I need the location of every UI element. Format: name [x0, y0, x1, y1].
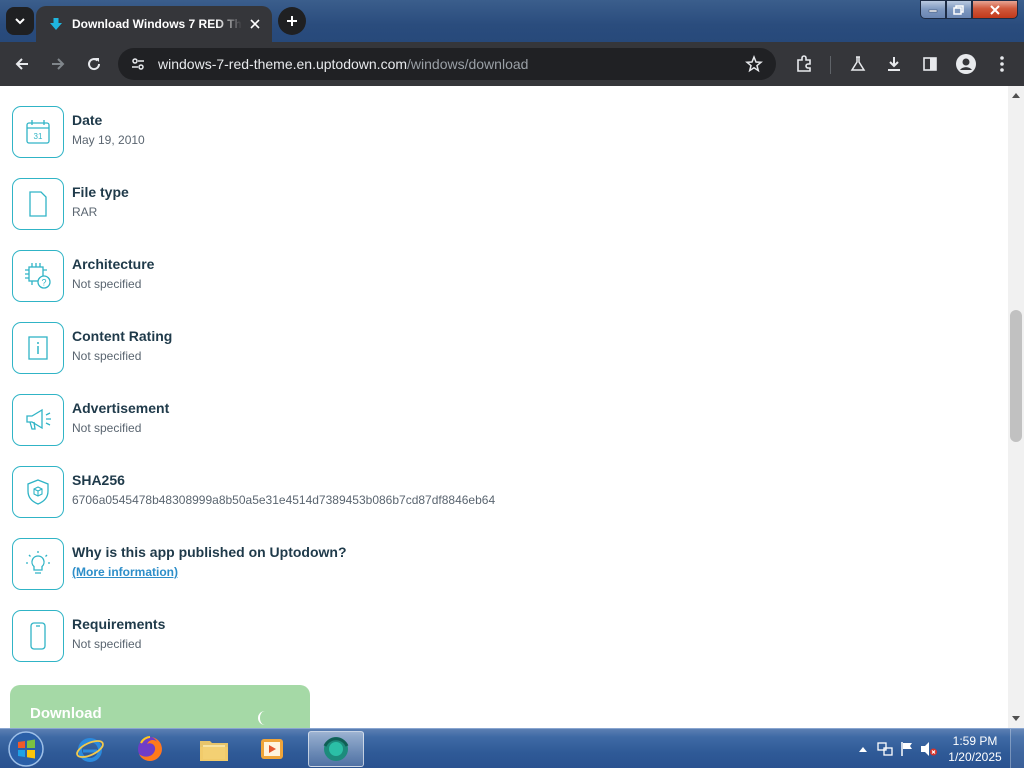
file-icon — [12, 178, 64, 230]
start-button[interactable] — [6, 730, 46, 768]
restore-button[interactable] — [946, 0, 972, 19]
reload-icon[interactable] — [82, 52, 106, 76]
info-row-advertisement: Advertisement Not specified — [12, 394, 812, 446]
info-icon — [12, 322, 64, 374]
info-value: Not specified — [72, 421, 142, 435]
info-row-why-published: Why is this app published on Uptodown? (… — [12, 538, 812, 590]
info-value: May 19, 2010 — [72, 133, 145, 147]
info-row-architecture: ? Architecture Not specified — [12, 250, 812, 302]
taskbar-internet-explorer[interactable] — [62, 731, 118, 767]
scroll-down-arrow-icon[interactable] — [1008, 712, 1024, 726]
scroll-up-arrow-icon[interactable] — [1008, 88, 1024, 102]
info-row-date: 31 Date May 19, 2010 — [12, 106, 812, 158]
taskbar-clock[interactable]: 1:59 PM 1/20/2025 — [940, 733, 1010, 765]
download-button[interactable]: Download — [10, 685, 310, 728]
url-path: /windows/download — [407, 56, 529, 72]
clock-date: 1/20/2025 — [948, 750, 1002, 764]
chevron-down-icon — [15, 18, 25, 25]
show-desktop-button[interactable] — [1010, 729, 1024, 768]
browser-app-icon — [323, 737, 349, 761]
info-row-sha256: SHA256 6706a0545478b48308999a8b50a5e31e4… — [12, 466, 812, 518]
close-window-button[interactable] — [972, 0, 1018, 19]
lightbulb-icon — [12, 538, 64, 590]
chip-question-icon: ? — [12, 250, 64, 302]
restore-icon — [953, 4, 964, 15]
shield-icon — [12, 466, 64, 518]
new-tab-button[interactable] — [278, 7, 306, 35]
windows-orb-icon — [8, 731, 44, 767]
info-value: Not specified — [72, 637, 142, 651]
info-value: 6706a0545478b48308999a8b50a5e31e4514d738… — [72, 493, 496, 507]
calendar-icon: 31 — [12, 106, 64, 158]
info-value: Not specified — [72, 349, 142, 363]
info-value: RAR — [72, 205, 98, 219]
volume-muted-icon[interactable] — [918, 738, 940, 760]
info-row-requirements: Requirements Not specified — [12, 610, 812, 662]
browser-tab[interactable]: Download Windows 7 RED Theme — [36, 6, 272, 42]
tab-title: Download Windows 7 RED Theme — [72, 17, 242, 31]
back-arrow-icon[interactable] — [10, 52, 34, 76]
bookmark-star-icon[interactable] — [744, 54, 764, 74]
plus-icon — [287, 16, 297, 26]
tab-search-button[interactable] — [6, 7, 34, 35]
info-label: Content Rating — [72, 328, 173, 344]
megaphone-icon — [12, 394, 64, 446]
profile-avatar-icon[interactable] — [954, 52, 978, 76]
info-label: File type — [72, 184, 129, 200]
tab-strip: Download Windows 7 RED Theme — [0, 0, 1024, 42]
svg-text:31: 31 — [34, 132, 43, 141]
labs-flask-icon[interactable] — [846, 52, 870, 76]
info-label: SHA256 — [72, 472, 125, 488]
windows-taskbar: 1:59 PM 1/20/2025 — [0, 728, 1024, 768]
page-content: 31 Date May 19, 2010 File type RAR ? Arc… — [0, 86, 1008, 728]
address-bar[interactable]: windows-7-red-theme.en.uptodown.com/wind… — [118, 48, 776, 80]
download-icon[interactable] — [882, 52, 906, 76]
media-player-icon — [261, 739, 283, 759]
info-value: Not specified — [72, 277, 142, 291]
info-row-file-type: File type RAR — [12, 178, 812, 230]
url-text[interactable]: windows-7-red-theme.en.uptodown.com/wind… — [158, 56, 528, 72]
info-label: Advertisement — [72, 400, 170, 416]
clock-time: 1:59 PM — [952, 734, 998, 748]
browser-toolbar: windows-7-red-theme.en.uptodown.com/wind… — [0, 42, 1024, 86]
show-hidden-icons-arrow-icon[interactable] — [852, 738, 874, 760]
svg-text:?: ? — [41, 278, 46, 288]
system-tray: 1:59 PM 1/20/2025 — [852, 729, 1024, 768]
taskbar-chrome-active[interactable] — [308, 731, 364, 767]
vertical-scrollbar[interactable] — [1008, 86, 1024, 728]
extensions-puzzle-icon[interactable] — [792, 52, 816, 76]
info-row-content-rating: Content Rating Not specified — [12, 322, 812, 374]
window-controls — [920, 0, 1018, 20]
internet-explorer-icon — [76, 738, 104, 762]
close-tab-icon[interactable] — [246, 15, 264, 33]
more-menu-icon[interactable] — [990, 52, 1014, 76]
taskbar-firefox[interactable] — [122, 731, 178, 767]
firefox-icon — [138, 736, 162, 761]
info-label: Why is this app published on Uptodown? — [72, 544, 347, 560]
site-info-icon[interactable] — [128, 54, 148, 74]
side-panel-icon[interactable] — [918, 52, 942, 76]
action-center-flag-icon[interactable] — [896, 738, 918, 760]
network-icon[interactable] — [874, 738, 896, 760]
phone-icon — [12, 610, 64, 662]
taskbar-media-player[interactable] — [244, 731, 300, 767]
info-label: Date — [72, 112, 103, 128]
more-information-link[interactable]: (More information) — [72, 565, 178, 579]
scroll-thumb[interactable] — [1010, 310, 1022, 442]
info-label: Architecture — [72, 256, 155, 272]
minimize-button[interactable] — [920, 0, 946, 19]
minimize-icon — [928, 9, 938, 12]
more-information-link-wrapper: (More information) — [72, 565, 178, 579]
taskbar-file-explorer[interactable] — [186, 731, 242, 767]
forward-arrow-icon[interactable] — [46, 52, 70, 76]
toolbar-separator — [830, 56, 831, 74]
url-host: windows-7-red-theme.en.uptodown.com — [158, 56, 408, 72]
info-label: Requirements — [72, 616, 166, 632]
folder-icon — [200, 741, 228, 761]
loading-spinner-icon — [258, 711, 272, 725]
uptodown-favicon-icon — [48, 16, 64, 32]
close-icon — [990, 4, 1000, 15]
download-label: Download — [30, 705, 102, 722]
